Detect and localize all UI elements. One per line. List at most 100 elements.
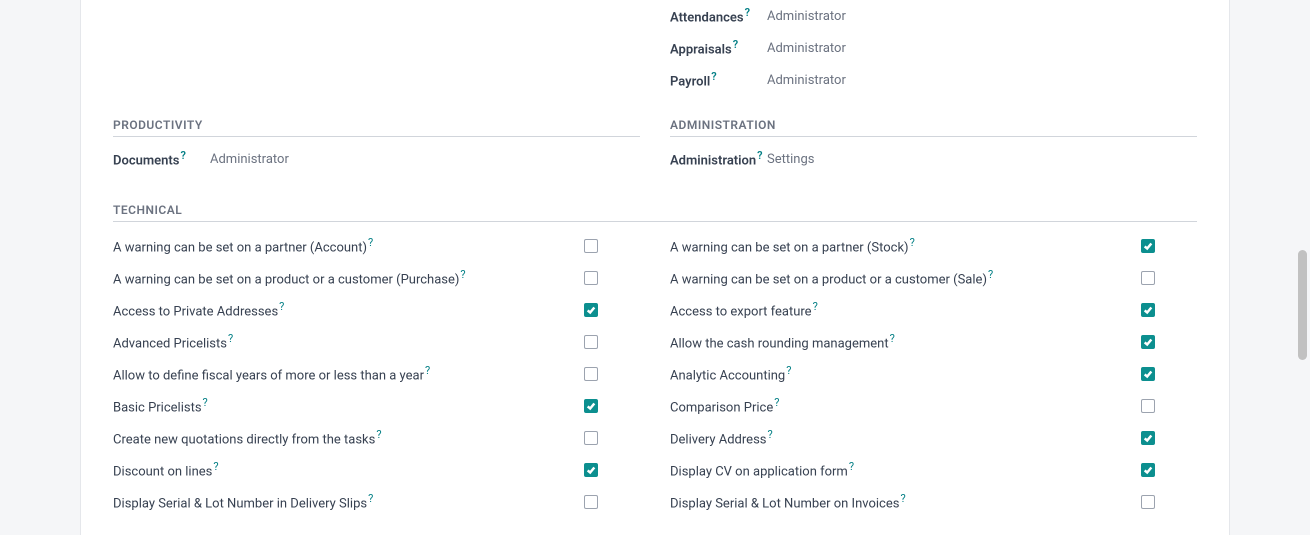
technical-label: Display Serial & Lot Number in Delivery … bbox=[113, 492, 584, 511]
checkbox-cell bbox=[1141, 303, 1197, 317]
form-content: Attendances?AdministratorAppraisals?Admi… bbox=[80, 0, 1230, 535]
checkbox[interactable] bbox=[1141, 399, 1155, 413]
help-icon[interactable]: ? bbox=[228, 332, 233, 345]
field-payroll-value[interactable]: Administrator bbox=[767, 73, 846, 88]
help-icon[interactable]: ? bbox=[910, 236, 915, 249]
technical-row: Analytic Accounting? bbox=[670, 358, 1197, 390]
technical-label: Display CV on application form? bbox=[670, 460, 1141, 479]
help-icon[interactable]: ? bbox=[745, 6, 750, 19]
sections-row: PRODUCTIVITY Documents?Administrator ADM… bbox=[113, 96, 1197, 175]
field-payroll-label: Payroll? bbox=[670, 70, 767, 89]
field-documents-label: Documents? bbox=[113, 149, 210, 168]
field-administration-value[interactable]: Settings bbox=[767, 152, 814, 167]
checkbox[interactable] bbox=[584, 335, 598, 349]
help-icon[interactable]: ? bbox=[757, 149, 762, 162]
checkbox[interactable] bbox=[584, 463, 598, 477]
help-icon[interactable]: ? bbox=[774, 396, 779, 409]
field-payroll-row: Payroll?Administrator bbox=[670, 64, 1197, 96]
checkbox-cell bbox=[584, 431, 640, 445]
technical-label: Analytic Accounting? bbox=[670, 364, 1141, 383]
help-icon[interactable]: ? bbox=[376, 428, 381, 441]
technical-label: Access to export feature? bbox=[670, 300, 1141, 319]
administration-title: ADMINISTRATION bbox=[670, 118, 1197, 137]
technical-label: A warning can be set on a partner (Stock… bbox=[670, 236, 1141, 255]
help-icon[interactable]: ? bbox=[849, 460, 854, 473]
help-icon[interactable]: ? bbox=[279, 300, 284, 313]
help-icon[interactable]: ? bbox=[213, 460, 218, 473]
help-icon[interactable]: ? bbox=[180, 149, 185, 162]
checkbox[interactable] bbox=[584, 495, 598, 509]
help-icon[interactable]: ? bbox=[711, 70, 716, 83]
technical-label: Access to Private Addresses? bbox=[113, 300, 584, 319]
checkbox-cell bbox=[584, 495, 640, 509]
field-appraisals-value[interactable]: Administrator bbox=[767, 41, 846, 56]
checkbox[interactable] bbox=[584, 303, 598, 317]
technical-row: Comparison Price? bbox=[670, 390, 1197, 422]
technical-left-col: A warning can be set on a partner (Accou… bbox=[113, 230, 640, 518]
help-icon[interactable]: ? bbox=[768, 428, 773, 441]
checkbox[interactable] bbox=[1141, 303, 1155, 317]
help-icon[interactable]: ? bbox=[368, 236, 373, 249]
help-icon[interactable]: ? bbox=[368, 492, 373, 505]
technical-label: Display Serial & Lot Number on Invoices? bbox=[670, 492, 1141, 511]
technical-row: Allow to define fiscal years of more or … bbox=[113, 358, 640, 390]
checkbox-cell bbox=[584, 271, 640, 285]
technical-row: Display Serial & Lot Number on Invoices? bbox=[670, 486, 1197, 518]
checkbox[interactable] bbox=[1141, 271, 1155, 285]
technical-row: Basic Pricelists? bbox=[113, 390, 640, 422]
checkbox[interactable] bbox=[584, 399, 598, 413]
technical-label: A warning can be set on a product or a c… bbox=[670, 268, 1141, 287]
help-icon[interactable]: ? bbox=[460, 268, 465, 281]
technical-row: A warning can be set on a partner (Accou… bbox=[113, 230, 640, 262]
technical-row: Discount on lines? bbox=[113, 454, 640, 486]
help-icon[interactable]: ? bbox=[813, 300, 818, 313]
technical-section: TECHNICAL A warning can be set on a part… bbox=[113, 203, 1197, 518]
checkbox[interactable] bbox=[1141, 335, 1155, 349]
checkbox[interactable] bbox=[1141, 463, 1155, 477]
field-administration-row: Administration?Settings bbox=[670, 143, 1197, 175]
help-icon[interactable]: ? bbox=[733, 38, 738, 51]
technical-row: Create new quotations directly from the … bbox=[113, 422, 640, 454]
checkbox[interactable] bbox=[584, 271, 598, 285]
checkbox[interactable] bbox=[584, 431, 598, 445]
technical-title: TECHNICAL bbox=[113, 203, 1197, 222]
technical-row: Access to export feature? bbox=[670, 294, 1197, 326]
technical-label: Delivery Address? bbox=[670, 428, 1141, 447]
checkbox-cell bbox=[584, 303, 640, 317]
technical-row: A warning can be set on a partner (Stock… bbox=[670, 230, 1197, 262]
checkbox[interactable] bbox=[1141, 367, 1155, 381]
checkbox[interactable] bbox=[1141, 239, 1155, 253]
field-documents-value[interactable]: Administrator bbox=[210, 152, 289, 167]
checkbox-cell bbox=[584, 367, 640, 381]
help-icon[interactable]: ? bbox=[988, 268, 993, 281]
administration-section: ADMINISTRATION Administration?Settings bbox=[670, 96, 1197, 175]
checkbox-cell bbox=[1141, 335, 1197, 349]
checkbox[interactable] bbox=[1141, 495, 1155, 509]
technical-label: Advanced Pricelists? bbox=[113, 332, 584, 351]
checkbox-cell bbox=[1141, 463, 1197, 477]
checkbox[interactable] bbox=[584, 239, 598, 253]
scrollbar-thumb[interactable] bbox=[1298, 250, 1307, 360]
help-icon[interactable]: ? bbox=[890, 332, 895, 345]
checkbox-cell bbox=[1141, 495, 1197, 509]
productivity-title: PRODUCTIVITY bbox=[113, 118, 640, 137]
field-attendances-label: Attendances? bbox=[670, 6, 767, 25]
checkbox[interactable] bbox=[1141, 431, 1155, 445]
technical-label: A warning can be set on a product or a c… bbox=[113, 268, 584, 287]
technical-label: A warning can be set on a partner (Accou… bbox=[113, 236, 584, 255]
help-icon[interactable]: ? bbox=[786, 364, 791, 377]
checkbox[interactable] bbox=[584, 367, 598, 381]
technical-label: Allow to define fiscal years of more or … bbox=[113, 364, 584, 383]
help-icon[interactable]: ? bbox=[203, 396, 208, 409]
field-attendances-row: Attendances?Administrator bbox=[670, 0, 1197, 32]
technical-row: Allow the cash rounding management? bbox=[670, 326, 1197, 358]
checkbox-cell bbox=[1141, 367, 1197, 381]
technical-label: Basic Pricelists? bbox=[113, 396, 584, 415]
field-attendances-value[interactable]: Administrator bbox=[767, 9, 846, 24]
help-icon[interactable]: ? bbox=[425, 364, 430, 377]
help-icon[interactable]: ? bbox=[900, 492, 905, 505]
checkbox-cell bbox=[1141, 239, 1197, 253]
field-appraisals-row: Appraisals?Administrator bbox=[670, 32, 1197, 64]
checkbox-cell bbox=[1141, 431, 1197, 445]
checkbox-cell bbox=[1141, 399, 1197, 413]
